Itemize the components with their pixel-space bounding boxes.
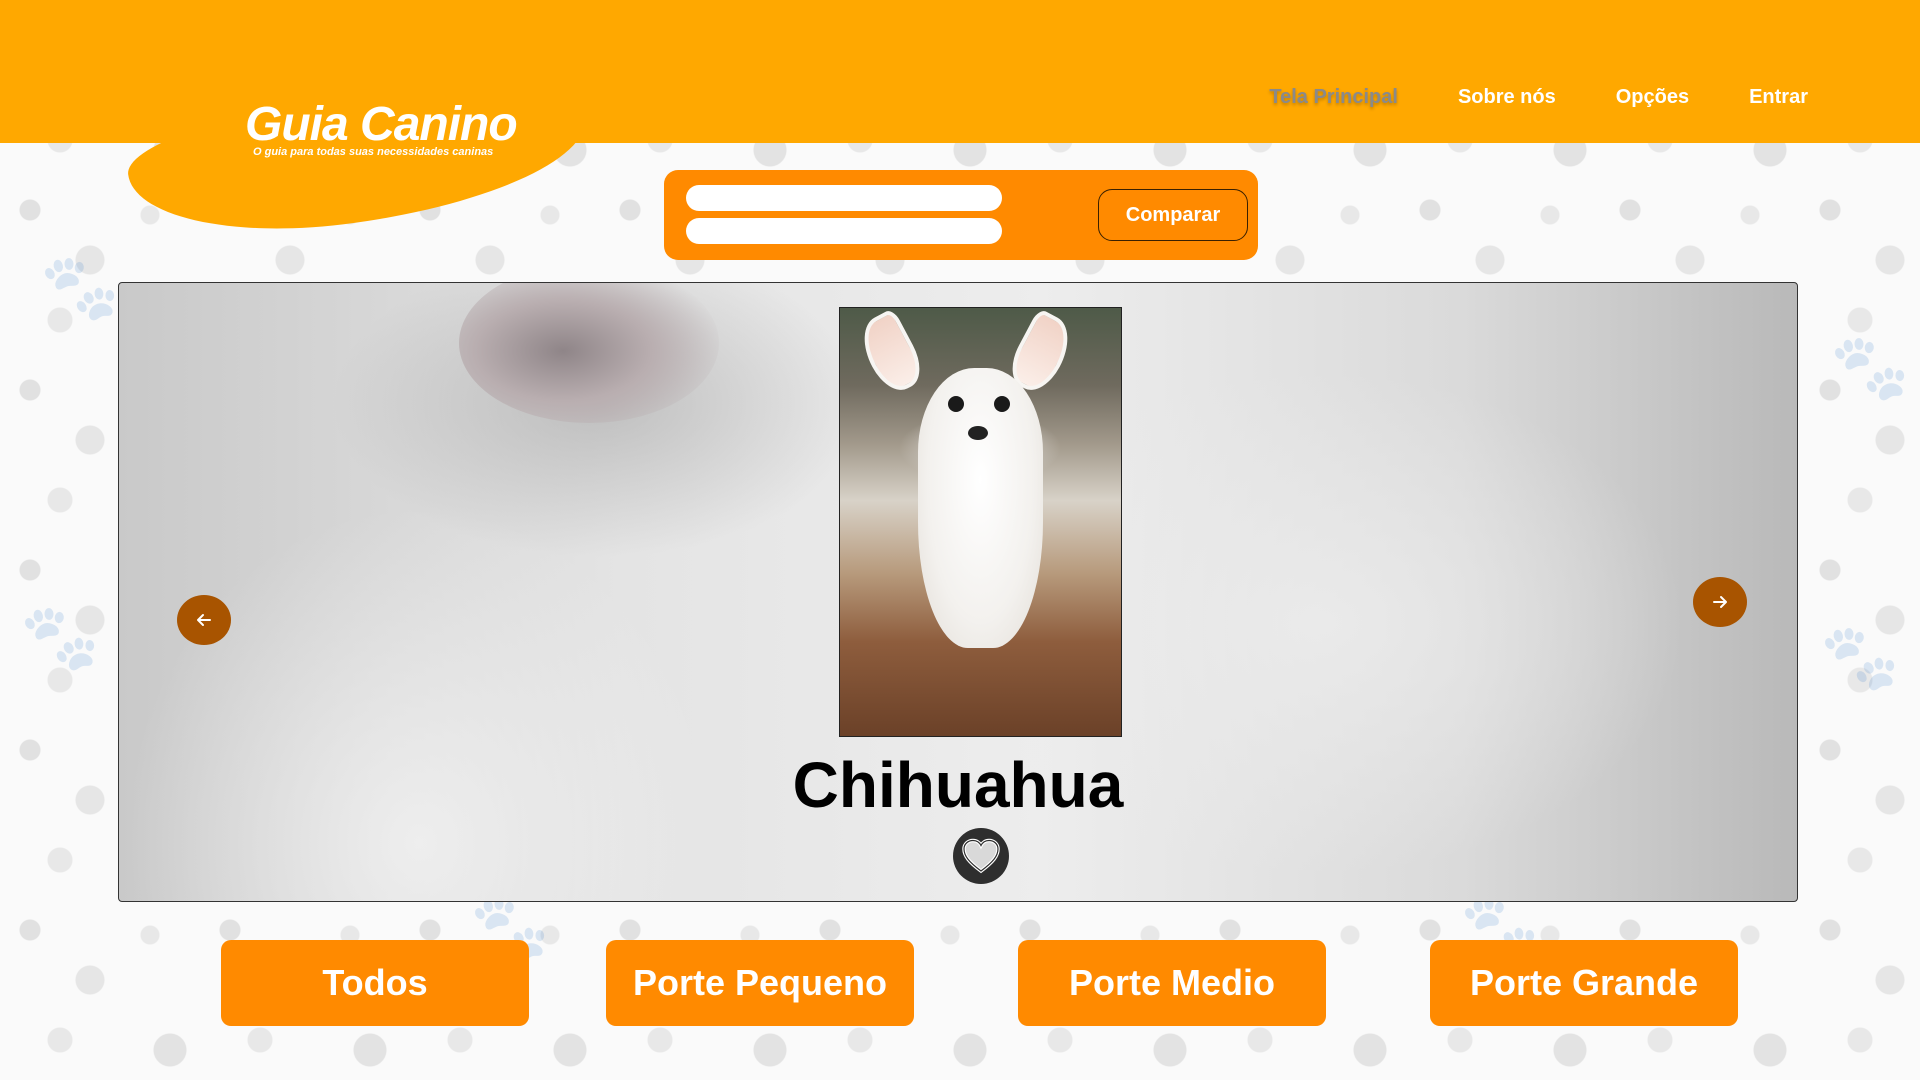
background-dog-nose [459, 283, 719, 423]
paw-print-icon: 🐾 [1830, 331, 1910, 403]
breed-carousel: Chihuahua [118, 282, 1798, 902]
dog-ear-left [852, 308, 930, 399]
main-nav: Tela Principal Sobre nós Opções Entrar [1269, 86, 1808, 109]
paw-print-icon: 🐾 [40, 251, 120, 323]
compare-input-second[interactable] [686, 218, 1002, 244]
category-porte-pequeno-button[interactable]: Porte Pequeno [606, 940, 914, 1026]
dog-eye-left [948, 396, 964, 412]
brand-title: Guia Canino [245, 98, 518, 151]
paw-print-icon: 🐾 [1820, 621, 1900, 693]
paw-print-icon: 🐾 [20, 601, 100, 673]
nav-item-entrar[interactable]: Entrar [1749, 86, 1808, 109]
brand-subtitle: O guia para todas suas necessidades cani… [253, 146, 494, 158]
dog-body [918, 368, 1043, 648]
nav-item-opcoes[interactable]: Opções [1616, 86, 1689, 109]
dog-eye-right [994, 396, 1010, 412]
arrow-left-icon [197, 614, 211, 626]
carousel-next-button[interactable] [1693, 577, 1747, 627]
compare-input-first[interactable] [686, 185, 1002, 211]
brand-logo[interactable]: Guia Canino O guia para todas suas neces… [245, 98, 518, 159]
breed-name: Chihuahua [792, 749, 1124, 821]
dog-nose [968, 426, 988, 440]
nav-item-sobre-nos[interactable]: Sobre nós [1458, 86, 1556, 109]
arrow-right-icon [1713, 596, 1727, 608]
heart-icon [962, 838, 1000, 874]
nav-item-tela-principal[interactable]: Tela Principal [1269, 86, 1398, 109]
category-porte-grande-button[interactable]: Porte Grande [1430, 940, 1738, 1026]
compare-panel: Comparar [664, 170, 1258, 260]
breed-photo [839, 307, 1122, 737]
favorite-button[interactable] [953, 828, 1009, 884]
category-todos-button[interactable]: Todos [221, 940, 529, 1026]
category-porte-medio-button[interactable]: Porte Medio [1018, 940, 1326, 1026]
compare-button[interactable]: Comparar [1098, 189, 1248, 241]
carousel-prev-button[interactable] [177, 595, 231, 645]
